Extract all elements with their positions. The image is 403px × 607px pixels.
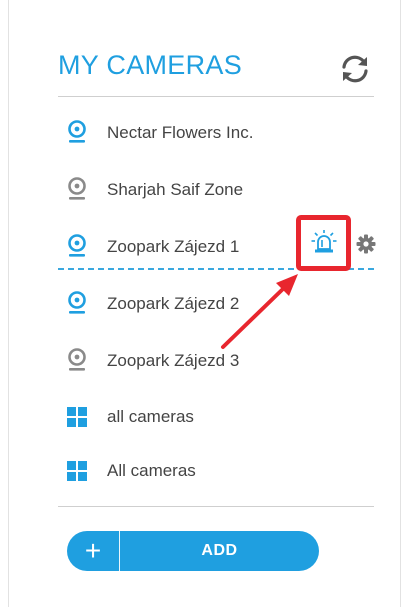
alarm-siren-icon[interactable] (311, 229, 337, 255)
webcam-icon (68, 234, 86, 257)
webcam-icon (68, 348, 86, 371)
footer-divider (58, 506, 374, 507)
camera-item-zoopark-zajezd-3[interactable]: Zoopark Zájezd 3 (58, 342, 374, 382)
group-item-all-cameras[interactable]: all cameras (58, 398, 374, 438)
webcam-icon (68, 177, 86, 200)
panel-header: MY CAMERAS (58, 46, 374, 97)
camera-item-zoopark-zajezd-2[interactable]: Zoopark Zájezd 2 (58, 285, 374, 325)
add-label: ADD (201, 542, 238, 559)
page-title: MY CAMERAS (58, 50, 243, 80)
camera-label: Zoopark Zájezd 2 (107, 294, 240, 313)
camera-label: Nectar Flowers Inc. (107, 123, 254, 142)
grid-icon (67, 407, 88, 428)
webcam-icon (68, 291, 86, 314)
plus-icon: + (84, 535, 102, 566)
camera-label: Zoopark Zájezd 1 (107, 237, 240, 256)
webcam-icon (68, 120, 86, 143)
camera-label: Zoopark Zájezd 3 (107, 351, 240, 370)
refresh-icon[interactable] (338, 52, 372, 86)
group-label: all cameras (107, 407, 194, 426)
camera-label: Sharjah Saif Zone (107, 180, 244, 199)
camera-item-sharjah-saif-zone[interactable]: Sharjah Saif Zone (58, 171, 374, 211)
group-item-all-cameras-2[interactable]: All cameras (58, 452, 374, 492)
gear-icon[interactable] (356, 234, 376, 254)
camera-item-nectar-flowers[interactable]: Nectar Flowers Inc. (58, 114, 374, 154)
grid-icon (67, 461, 88, 482)
group-label: All cameras (107, 461, 196, 480)
add-camera-button[interactable]: + ADD (67, 531, 319, 571)
